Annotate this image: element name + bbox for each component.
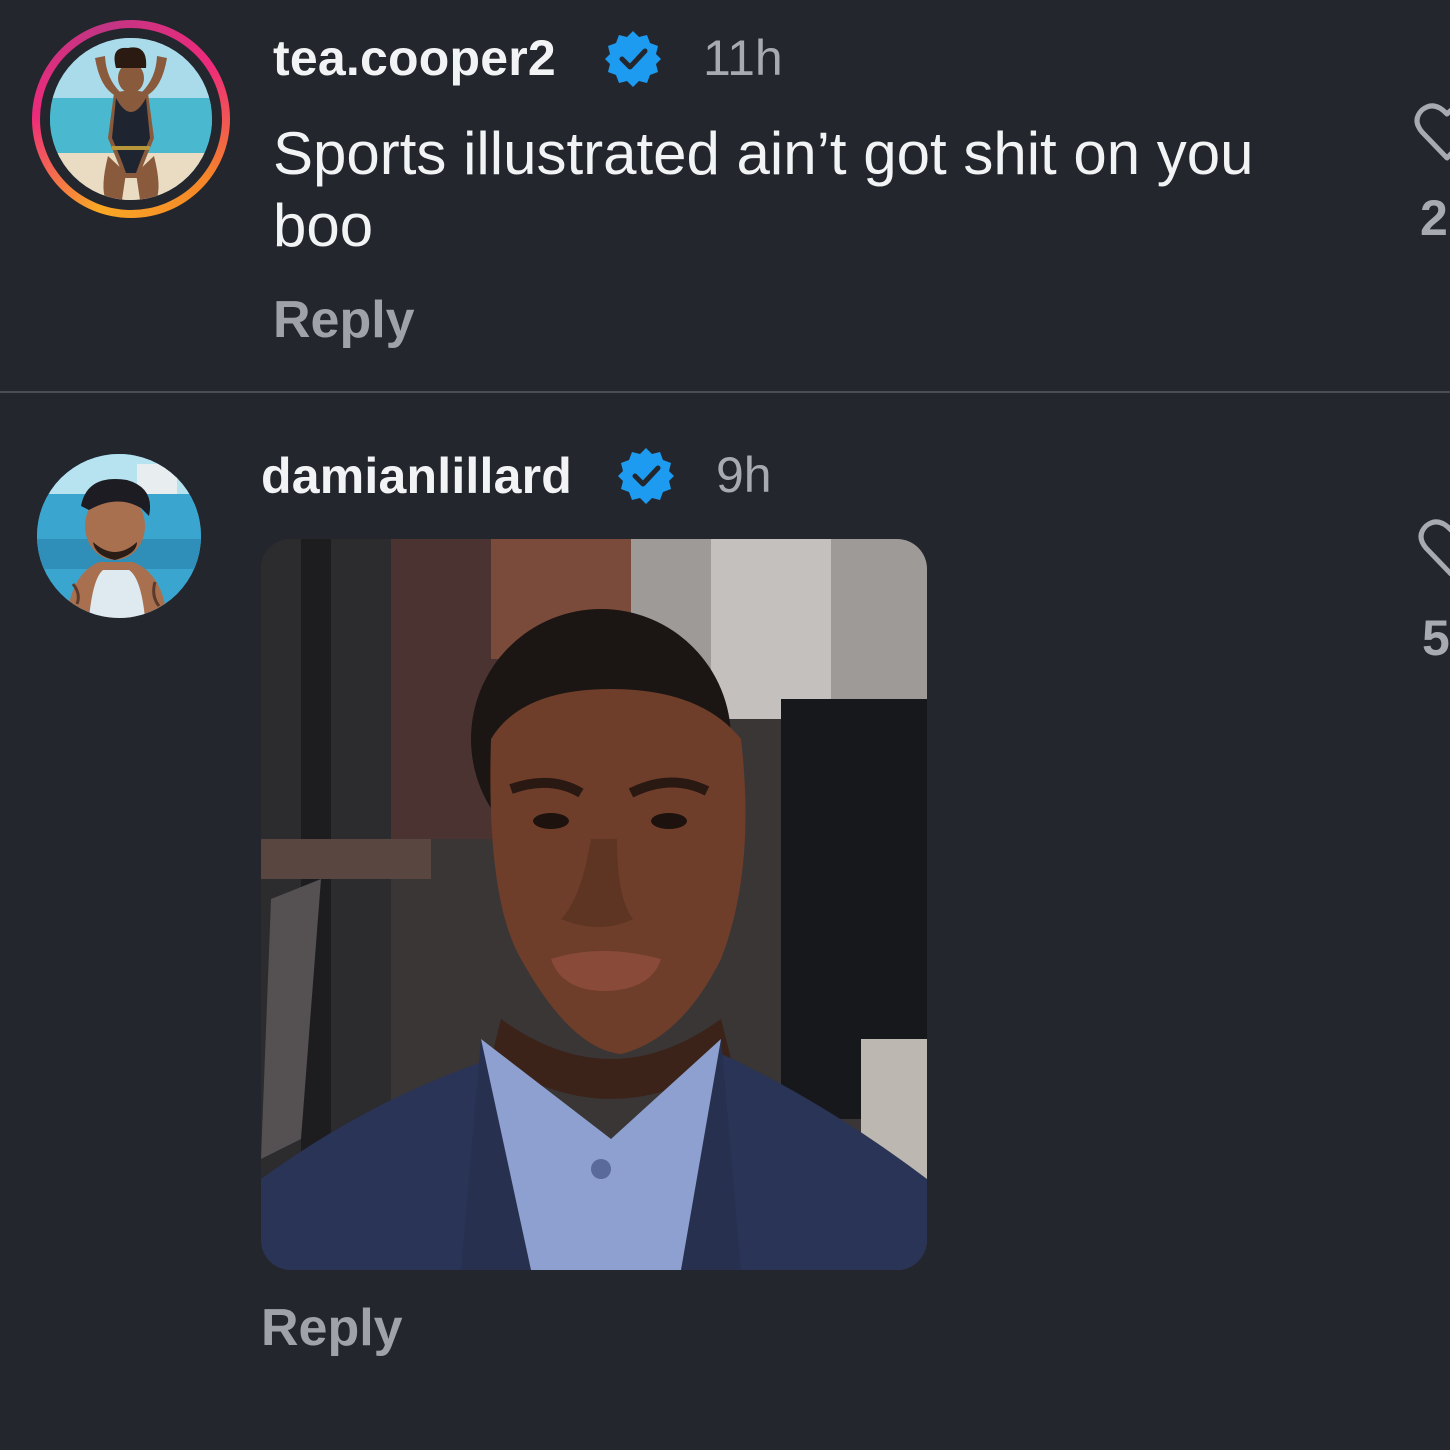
reply-button[interactable]: Reply — [261, 1298, 403, 1358]
avatar-man-cap-icon — [37, 454, 201, 618]
avatar[interactable] — [50, 38, 212, 200]
timestamp: 9h — [716, 447, 772, 503]
comment-text: Sports illustrated ain’t got shit on you… — [273, 120, 1254, 259]
comment-item: damianlillard 9h Reply 5 — [0, 394, 1450, 1450]
timestamp: 11h — [703, 30, 783, 86]
verified-badge-icon — [605, 31, 661, 87]
avatar[interactable] — [37, 454, 201, 618]
username[interactable]: damianlillard — [261, 446, 572, 506]
heart-icon[interactable] — [1412, 96, 1450, 166]
reply-button[interactable]: Reply — [273, 290, 415, 350]
like-count: 2 — [1420, 190, 1448, 246]
avatar-woman-swimsuit-icon — [50, 38, 212, 200]
comment-item: tea.cooper2 11h Sports illustrated ain’t… — [0, 0, 1450, 392]
gif-attachment[interactable] — [261, 539, 927, 1270]
heart-icon[interactable] — [1416, 512, 1450, 582]
username[interactable]: tea.cooper2 — [273, 28, 556, 88]
like-count: 5 — [1422, 610, 1450, 666]
verified-badge-icon — [618, 448, 674, 504]
comments-thread: tea.cooper2 11h Sports illustrated ain’t… — [0, 0, 1450, 1450]
divider — [0, 391, 1450, 393]
gif-reaction-man-suit-icon — [261, 539, 927, 1270]
